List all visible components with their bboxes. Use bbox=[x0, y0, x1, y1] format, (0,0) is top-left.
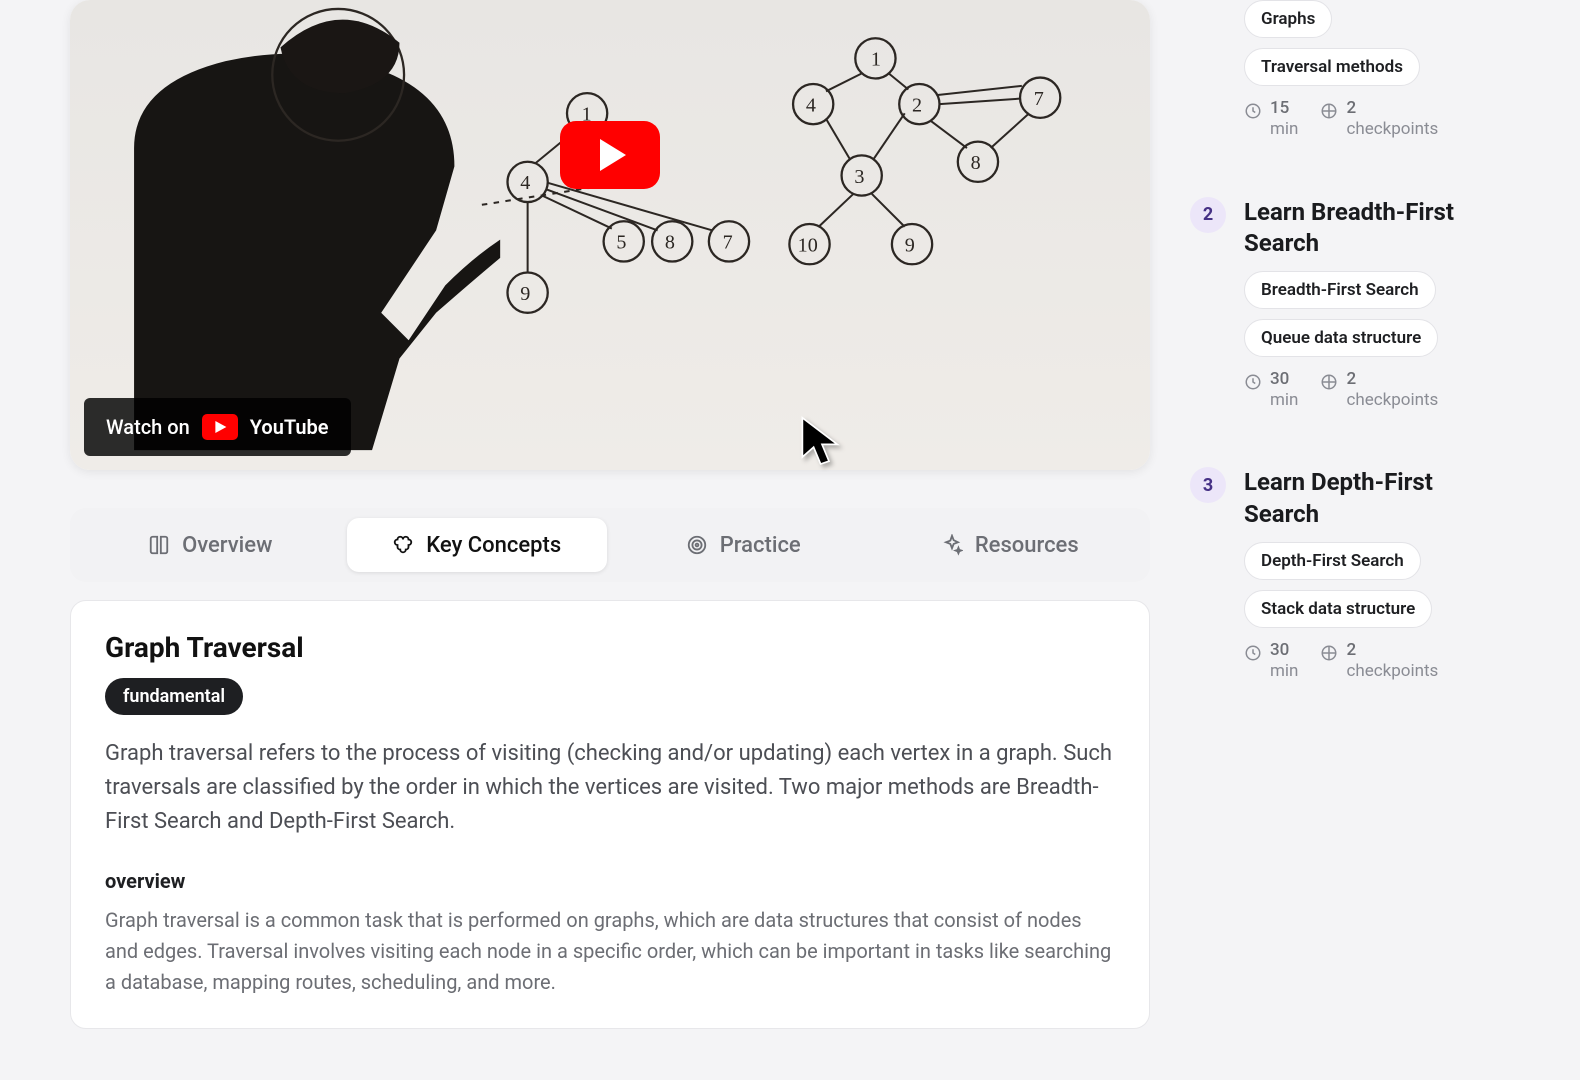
step-time-unit: min bbox=[1270, 661, 1298, 682]
svg-text:5: 5 bbox=[616, 232, 626, 254]
tab-overview[interactable]: Overview bbox=[80, 518, 341, 572]
tab-label: Key Concepts bbox=[426, 533, 561, 558]
tab-label: Practice bbox=[720, 533, 801, 558]
checkpoint-icon bbox=[1320, 373, 1338, 391]
svg-text:8: 8 bbox=[971, 152, 981, 174]
steps-sidebar: Graphs Traversal methods 15min 2checkpoi… bbox=[1190, 0, 1510, 1029]
play-icon bbox=[600, 139, 626, 171]
tag-chip: Traversal methods bbox=[1244, 48, 1420, 86]
step-cp-unit: checkpoints bbox=[1346, 661, 1438, 682]
youtube-icon bbox=[202, 414, 238, 440]
step-cp-value: 2 bbox=[1346, 640, 1356, 660]
step-item[interactable]: 2 Learn Breadth-First Search Breadth-Fir… bbox=[1190, 171, 1510, 442]
svg-text:9: 9 bbox=[520, 283, 530, 305]
step-time-unit: min bbox=[1270, 119, 1298, 140]
video-player[interactable]: 1 4 5 8 7 9 1 4 bbox=[70, 0, 1150, 470]
svg-text:10: 10 bbox=[798, 234, 818, 256]
tab-practice[interactable]: Practice bbox=[613, 518, 874, 572]
target-icon bbox=[686, 534, 708, 556]
step-cp-unit: checkpoints bbox=[1346, 119, 1438, 140]
clock-icon bbox=[1244, 102, 1262, 120]
svg-text:4: 4 bbox=[520, 172, 530, 194]
step-number-badge: 3 bbox=[1190, 467, 1226, 503]
concept-tag: fundamental bbox=[105, 678, 243, 715]
step-cp-unit: checkpoints bbox=[1346, 390, 1438, 411]
svg-text:9: 9 bbox=[905, 234, 915, 256]
svg-text:8: 8 bbox=[665, 232, 675, 254]
step-title: Learn Depth-First Search bbox=[1244, 467, 1510, 529]
step-time-value: 15 bbox=[1270, 98, 1289, 118]
brain-icon bbox=[392, 534, 414, 556]
video-card: 1 4 5 8 7 9 1 4 bbox=[70, 0, 1150, 470]
svg-text:7: 7 bbox=[723, 232, 733, 254]
tab-label: Overview bbox=[182, 533, 272, 558]
checkpoint-icon bbox=[1320, 644, 1338, 662]
concept-subheading: overview bbox=[105, 869, 1115, 893]
youtube-label: YouTube bbox=[250, 415, 329, 439]
play-button[interactable] bbox=[560, 121, 660, 189]
tag-chip: Graphs bbox=[1244, 0, 1332, 38]
step-number-badge: 2 bbox=[1190, 197, 1226, 233]
svg-text:4: 4 bbox=[806, 94, 816, 116]
watch-on-youtube-button[interactable]: Watch on YouTube bbox=[84, 398, 351, 456]
tab-key-concepts[interactable]: Key Concepts bbox=[347, 518, 608, 572]
checkpoint-icon bbox=[1320, 102, 1338, 120]
clock-icon bbox=[1244, 644, 1262, 662]
tag-chip: Stack data structure bbox=[1244, 590, 1432, 628]
concept-title: Graph Traversal bbox=[105, 631, 1115, 664]
step-time-unit: min bbox=[1270, 390, 1298, 411]
svg-text:2: 2 bbox=[912, 94, 922, 116]
svg-text:1: 1 bbox=[871, 49, 881, 71]
watch-on-label: Watch on bbox=[106, 415, 190, 439]
tag-chip: Breadth-First Search bbox=[1244, 271, 1436, 309]
sparkle-icon bbox=[941, 534, 963, 556]
tag-chip: Queue data structure bbox=[1244, 319, 1438, 357]
concept-body: Graph traversal is a common task that is… bbox=[105, 905, 1115, 998]
step-time-value: 30 bbox=[1270, 369, 1289, 389]
concept-card: Graph Traversal fundamental Graph traver… bbox=[70, 600, 1150, 1029]
content-tabs: Overview Key Concepts Practice Resources bbox=[70, 508, 1150, 582]
step-item[interactable]: Graphs Traversal methods 15min 2checkpoi… bbox=[1190, 0, 1510, 171]
step-cp-value: 2 bbox=[1346, 98, 1356, 118]
concept-lead: Graph traversal refers to the process of… bbox=[105, 737, 1115, 839]
tag-chip: Depth-First Search bbox=[1244, 542, 1421, 580]
svg-text:3: 3 bbox=[854, 166, 864, 188]
step-time-value: 30 bbox=[1270, 640, 1289, 660]
step-item[interactable]: 3 Learn Depth-First Search Depth-First S… bbox=[1190, 441, 1510, 712]
tab-label: Resources bbox=[975, 533, 1079, 558]
book-icon bbox=[148, 534, 170, 556]
step-title: Learn Breadth-First Search bbox=[1244, 197, 1510, 259]
tab-resources[interactable]: Resources bbox=[880, 518, 1141, 572]
step-cp-value: 2 bbox=[1346, 369, 1356, 389]
svg-text:7: 7 bbox=[1034, 88, 1044, 110]
clock-icon bbox=[1244, 373, 1262, 391]
